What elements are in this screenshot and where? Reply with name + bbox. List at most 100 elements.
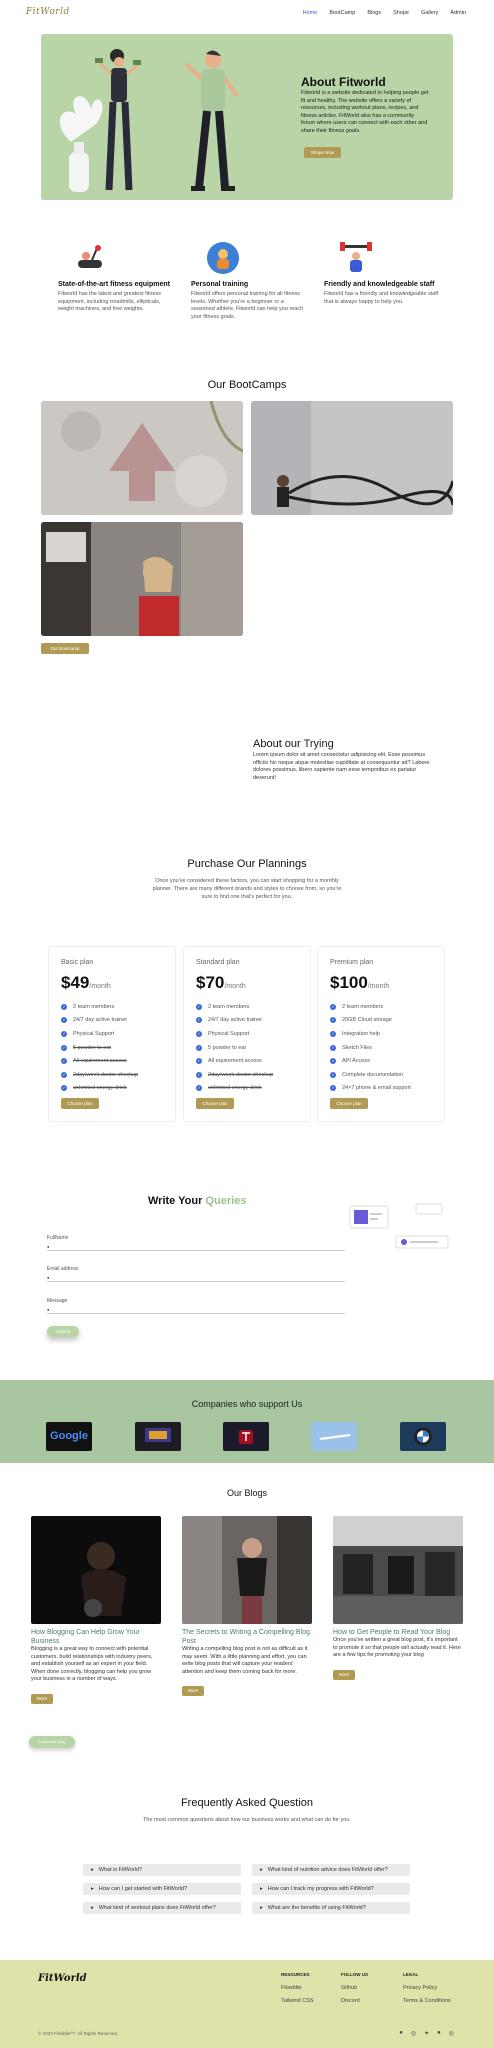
footer-link[interactable]: Tailwind CSS [281, 1998, 313, 2011]
footer-column-legal: LEGAL Privacy Policy Terms & Conditions [403, 1972, 451, 2011]
message-label: Message [47, 1298, 68, 1304]
blog-text: Writing a compelling blog post is not as… [182, 1646, 308, 1675]
choose-plan-button[interactable]: Choose plan [61, 1098, 99, 1109]
footer-heading: RESOURCES [281, 1972, 310, 1977]
blog-title[interactable]: How to Get People to Read Your Blog [333, 1628, 463, 1637]
blog-image-gym-woman[interactable] [182, 1516, 312, 1624]
plan-feature: ✓ unlimited energy drink [196, 1082, 273, 1096]
plan-feature: ✓ 24/7 day active trainer [196, 1014, 273, 1028]
bmw-logo [400, 1422, 446, 1451]
submit-button[interactable]: Submit [47, 1326, 79, 1337]
top-navbar: FitWorld Home BootCamp Blogs Shope Galle… [0, 0, 494, 26]
twitter-icon[interactable]: ✦ [424, 2030, 429, 2037]
email-field[interactable]: Email address ● [47, 1266, 345, 1282]
faq-subtitle: The most common questions about how our … [143, 1817, 351, 1823]
chevron-right-icon: ▸ [260, 1867, 263, 1873]
our-bootcamp-button[interactable]: Our Bootcamp [41, 643, 89, 654]
shop-now-button[interactable]: Shope Now [304, 147, 341, 158]
check-icon: ✓ [330, 1044, 336, 1051]
plan-card-standard: Standard plan $70/month ✓ 2 team members ✓… [183, 946, 311, 1122]
check-icon: ✓ [196, 1058, 202, 1065]
plan-price: $100/month [330, 973, 389, 993]
plan-feature-text: 24/7 day active trainer [73, 1017, 128, 1024]
faq-item[interactable]: ▸ How can I get started with FitWorld? [83, 1883, 241, 1895]
check-icon: ✓ [196, 1085, 202, 1092]
plan-feature-text: All equirement access [208, 1058, 262, 1065]
footer-link[interactable]: Terms & Conditions [403, 1998, 451, 2011]
footer-heading: LEGAL [403, 1972, 419, 1977]
plan-feature-text: Integration help [342, 1030, 380, 1037]
plan-feature: ✓ Physical Support [61, 1027, 138, 1041]
github-icon[interactable]: ● [437, 2030, 441, 2037]
faq-item[interactable]: ▸ What is FitWorld? [83, 1864, 241, 1876]
plane-logo [311, 1422, 357, 1451]
plan-feature: ✓ Physical Support [196, 1027, 273, 1041]
plan-amount: 100 [339, 973, 368, 992]
fullname-field[interactable]: FullName ● [47, 1235, 345, 1251]
nav-link-admin[interactable]: Admin [450, 10, 466, 16]
blog-title[interactable]: How Blogging Can Help Grow Your Business [31, 1628, 161, 1646]
about-title-part2: Trying [303, 738, 334, 750]
plan-feature-text: 20GB Cloud storage [342, 1017, 392, 1024]
blog-image-gym-floor[interactable] [333, 1516, 463, 1624]
blog-image-kettlebell[interactable] [31, 1516, 161, 1624]
faq-item[interactable]: ▸ What kind of workout plans does FitWorl… [83, 1902, 241, 1914]
instagram-icon[interactable]: ◎ [411, 2030, 416, 2037]
nav-link-bootcamp[interactable]: BootCamp [329, 10, 355, 16]
feature-training: Personal training Fitworld offers person… [191, 240, 306, 321]
nav-link-blogs[interactable]: Blogs [367, 10, 381, 16]
plan-feature: ✓ 24/7 day active trainer [61, 1014, 138, 1028]
email-input[interactable] [47, 1281, 345, 1282]
message-field[interactable]: Message ● [47, 1298, 345, 1314]
more-button[interactable]: More [182, 1686, 204, 1696]
footer-link[interactable]: Github [341, 1985, 368, 1998]
footer-link[interactable]: Flowbite [281, 1985, 313, 1998]
check-icon: ✓ [196, 1017, 202, 1024]
faq-question: How can I track my progress with FitWorl… [267, 1886, 374, 1892]
fullname-input[interactable] [47, 1250, 345, 1251]
choose-plan-button[interactable]: Choose plan [196, 1098, 234, 1109]
more-button[interactable]: More [333, 1669, 355, 1680]
plan-feature-text: unlimited energy drink [73, 1085, 127, 1092]
choose-plan-button[interactable]: Choose plan [330, 1098, 368, 1109]
plan-name: Basic plan [61, 959, 94, 966]
faq-item[interactable]: ▸ What kind of nutrition advice does FitW… [252, 1864, 410, 1876]
field-marker: ● [47, 1244, 50, 1249]
footer-link[interactable]: Privacy Policy [403, 1985, 451, 1998]
plan-feature-text: 24×7 phone & email support [342, 1085, 411, 1092]
bootcamp-image-ropes[interactable] [251, 401, 453, 515]
plan-feature-text: 2day/week doctor checkup [73, 1071, 139, 1078]
nav-link-shope[interactable]: Shope [393, 10, 409, 16]
blog-title[interactable]: The Secrets to Writing a Compelling Blog… [182, 1628, 312, 1646]
facebook-icon[interactable]: ● [399, 2030, 403, 2037]
nav-link-gallery[interactable]: Gallery [421, 10, 438, 16]
faq-title: Frequently Asked Question [180, 1797, 314, 1809]
footer-logo[interactable]: FitWorld [38, 1973, 87, 1984]
check-icon: ✓ [330, 1003, 336, 1010]
feature-equipment: State-of-the-art fitness equipment Fitwo… [58, 240, 173, 314]
hero-title: About Fitworld [301, 75, 386, 89]
plan-feature-text: Physical Support [73, 1030, 115, 1037]
faq-item[interactable]: ▸ How can I track my progress with FitWor… [252, 1883, 410, 1895]
faq-item[interactable]: ▸ What are the benefits of using FitWorld… [252, 1902, 410, 1914]
bootcamp-image-arrow[interactable] [41, 401, 243, 515]
fullname-label: FullName [47, 1235, 69, 1241]
check-icon: ✓ [61, 1003, 67, 1010]
dribbble-icon[interactable]: ◎ [449, 2030, 454, 2037]
trainer-icon [205, 240, 241, 276]
plan-period: /month [367, 983, 390, 990]
check-icon: ✓ [61, 1085, 67, 1092]
bootcamp-image-woman[interactable] [41, 522, 243, 636]
footer-link[interactable]: Discord [341, 1998, 368, 2011]
nav-link-home[interactable]: Home [303, 10, 318, 16]
plan-feature: ✓ Integration help [330, 1027, 411, 1041]
message-input[interactable] [47, 1313, 345, 1314]
hero-description: Fitworld is a website dedicated to helpi… [301, 90, 429, 134]
site-logo[interactable]: FitWorld [26, 7, 70, 17]
plan-feature: ✓ All equirement access [196, 1054, 273, 1068]
plan-feature-text: API Access [342, 1058, 370, 1065]
plan-feature-text: 24/7 day active trainer [208, 1017, 263, 1024]
plan-feature: ✓ 2 team members [61, 1000, 138, 1014]
comment-blog-button[interactable]: Comment Blog [29, 1736, 75, 1748]
more-button[interactable]: More [31, 1693, 53, 1704]
